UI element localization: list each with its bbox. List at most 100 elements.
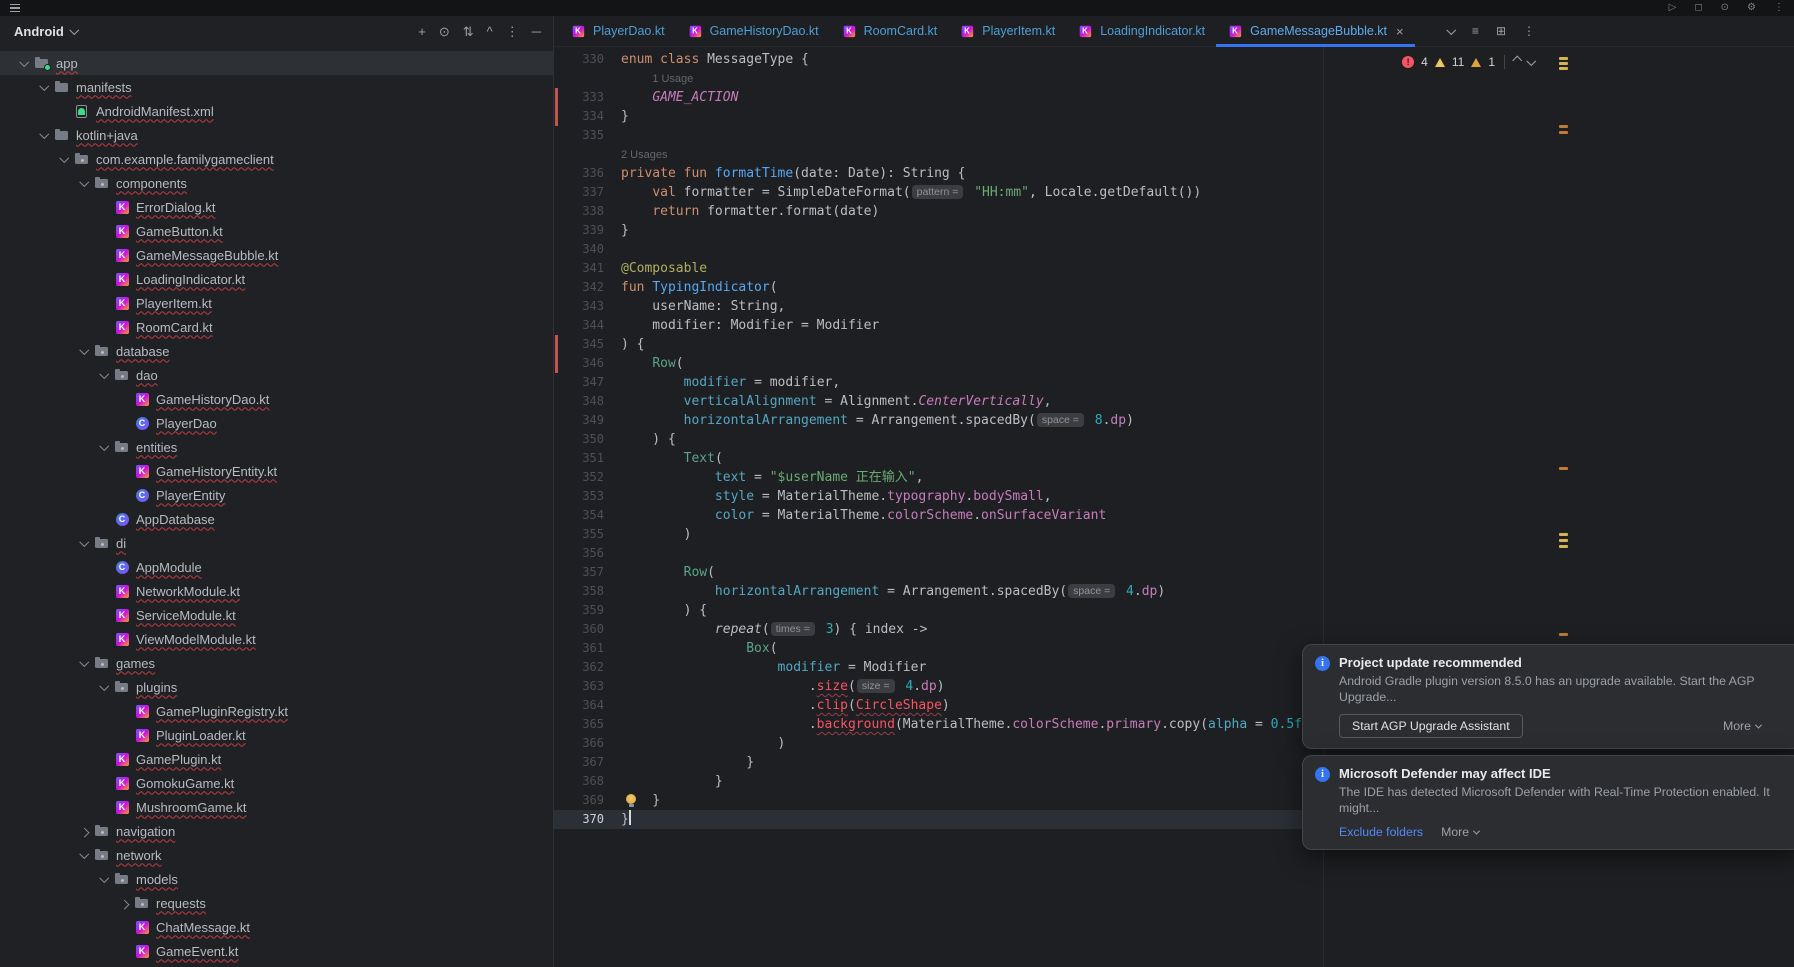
- chevron-expanded-icon[interactable]: [79, 657, 88, 666]
- list-view-icon[interactable]: ≡: [1472, 25, 1479, 38]
- line-number[interactable]: 357: [554, 563, 604, 582]
- chevron-expanded-icon[interactable]: [19, 57, 28, 66]
- tree-item-navigation[interactable]: navigation: [0, 819, 553, 843]
- tree-item-di[interactable]: di: [0, 531, 553, 555]
- tree-item-ServiceModule.kt[interactable]: KServiceModule.kt: [0, 603, 553, 627]
- tree-item-plugins[interactable]: plugins: [0, 675, 553, 699]
- code-line-337[interactable]: 337 val formatter = SimpleDateFormat(pat…: [554, 183, 1794, 202]
- tree-item-com.example.familygameclient[interactable]: com.example.familygameclient: [0, 147, 553, 171]
- tree-item-ViewModelModule.kt[interactable]: KViewModelModule.kt: [0, 627, 553, 651]
- line-number[interactable]: 341: [554, 259, 604, 278]
- code-line-342[interactable]: 342fun TypingIndicator(: [554, 278, 1794, 297]
- tab-RoomCard.kt[interactable]: KRoomCard.kt: [830, 16, 949, 46]
- tab-PlayerItem.kt[interactable]: KPlayerItem.kt: [948, 16, 1066, 46]
- code-line-330[interactable]: 330enum class MessageType {: [554, 50, 1794, 69]
- add-icon[interactable]: +: [418, 25, 426, 38]
- tree-item-MushroomGame.kt[interactable]: KMushroomGame.kt: [0, 795, 553, 819]
- code-line-340[interactable]: 340: [554, 240, 1794, 259]
- tree-item-PlayerEntity[interactable]: CPlayerEntity: [0, 483, 553, 507]
- chevron-expanded-icon[interactable]: [99, 873, 108, 882]
- chevron-expanded-icon[interactable]: [79, 537, 88, 546]
- chevron-collapsed-icon[interactable]: [119, 900, 128, 909]
- tree-item-database[interactable]: database: [0, 339, 553, 363]
- tree-item-GameMessageBubble.kt[interactable]: KGameMessageBubble.kt: [0, 243, 553, 267]
- tree-item-AndroidManifest.xml[interactable]: AndroidManifest.xml: [0, 99, 553, 123]
- tree-item-PlayerItem.kt[interactable]: KPlayerItem.kt: [0, 291, 553, 315]
- settings-icon[interactable]: ⚙: [1747, 0, 1756, 16]
- chevron-expanded-icon[interactable]: [79, 345, 88, 354]
- main-menu-icon[interactable]: [10, 4, 20, 13]
- inspections-widget[interactable]: ! 4 11 1: [1394, 52, 1542, 72]
- tree-item-PlayerDao[interactable]: CPlayerDao: [0, 411, 553, 435]
- split-icon[interactable]: ⊞: [1496, 25, 1506, 38]
- code-line-338[interactable]: 338 return formatter.format(date): [554, 202, 1794, 221]
- tab-PlayerDao.kt[interactable]: KPlayerDao.kt: [559, 16, 676, 46]
- tree-item-kotlin+java[interactable]: kotlin+java: [0, 123, 553, 147]
- chevron-down-icon[interactable]: [1448, 25, 1455, 38]
- line-number[interactable]: 367: [554, 753, 604, 772]
- chevron-collapsed-icon[interactable]: [79, 828, 88, 837]
- line-number[interactable]: 347: [554, 373, 604, 392]
- line-number[interactable]: 340: [554, 240, 604, 259]
- tree-item-GamePluginRegistry.kt[interactable]: KGamePluginRegistry.kt: [0, 699, 553, 723]
- line-number[interactable]: 354: [554, 506, 604, 525]
- code-line-359[interactable]: 359 ) {: [554, 601, 1794, 620]
- code-line-351[interactable]: 351 Text(: [554, 449, 1794, 468]
- line-number[interactable]: 352: [554, 468, 604, 487]
- line-number[interactable]: 334: [554, 107, 604, 126]
- tab-LoadingIndicator.kt[interactable]: KLoadingIndicator.kt: [1066, 16, 1216, 46]
- tree-item-GameHistoryEntity.kt[interactable]: KGameHistoryEntity.kt: [0, 459, 553, 483]
- line-number[interactable]: 345: [554, 335, 604, 354]
- line-number[interactable]: 344: [554, 316, 604, 335]
- locate-icon[interactable]: ⊙: [439, 25, 450, 38]
- tree-item-AppModule[interactable]: CAppModule: [0, 555, 553, 579]
- line-number[interactable]: 337: [554, 183, 604, 202]
- code-line-336[interactable]: 336private fun formatTime(date: Date): S…: [554, 164, 1794, 183]
- quickfix-bulb-icon[interactable]: [625, 794, 637, 807]
- tree-item-GameEvent.kt[interactable]: KGameEvent.kt: [0, 939, 553, 963]
- line-number[interactable]: 355: [554, 525, 604, 544]
- stripe-mark[interactable]: [1559, 62, 1568, 65]
- code-line-354[interactable]: 354 color = MaterialTheme.colorScheme.on…: [554, 506, 1794, 525]
- chevron-expanded-icon[interactable]: [99, 441, 108, 450]
- run-icon[interactable]: ▷: [1669, 0, 1677, 16]
- line-number[interactable]: 330: [554, 50, 604, 69]
- line-number[interactable]: [554, 145, 604, 164]
- code-line-343[interactable]: 343 userName: String,: [554, 297, 1794, 316]
- line-number[interactable]: 348: [554, 392, 604, 411]
- hide-icon[interactable]: ─: [532, 25, 541, 38]
- code-line-352[interactable]: 352 text = "$userName 正在输入",: [554, 468, 1794, 487]
- code-line-333[interactable]: 333 GAME_ACTION: [554, 88, 1794, 107]
- chevron-expanded-icon[interactable]: [79, 849, 88, 858]
- options-icon[interactable]: ⋮: [506, 25, 519, 38]
- stripe-mark[interactable]: [1559, 539, 1568, 542]
- tree-item-requests[interactable]: requests: [0, 891, 553, 915]
- stripe-mark[interactable]: [1559, 125, 1568, 128]
- line-number[interactable]: 360: [554, 620, 604, 639]
- line-number[interactable]: 335: [554, 126, 604, 145]
- tree-item-entities[interactable]: entities: [0, 435, 553, 459]
- code-line-345[interactable]: 345) {: [554, 335, 1794, 354]
- tree-item-GomokuGame.kt[interactable]: KGomokuGame.kt: [0, 771, 553, 795]
- tree-item-network[interactable]: network: [0, 843, 553, 867]
- stripe-mark[interactable]: [1559, 67, 1568, 70]
- chevron-expanded-icon[interactable]: [39, 129, 48, 138]
- code-line-356[interactable]: 356: [554, 544, 1794, 563]
- tree-item-GameButton.kt[interactable]: KGameButton.kt: [0, 219, 553, 243]
- tree-item-RoomCard.kt[interactable]: KRoomCard.kt: [0, 315, 553, 339]
- code-line-349[interactable]: 349 horizontalArrangement = Arrangement.…: [554, 411, 1794, 430]
- agp-upgrade-assistant-button[interactable]: Start AGP Upgrade Assistant: [1339, 714, 1523, 738]
- code-line-334[interactable]: 334}: [554, 107, 1794, 126]
- line-number[interactable]: 364: [554, 696, 604, 715]
- chevron-expanded-icon[interactable]: [99, 681, 108, 690]
- line-number[interactable]: 363: [554, 677, 604, 696]
- chevron-expanded-icon[interactable]: [79, 177, 88, 186]
- tree-item-AppDatabase[interactable]: CAppDatabase: [0, 507, 553, 531]
- line-number[interactable]: 359: [554, 601, 604, 620]
- line-number[interactable]: 346: [554, 354, 604, 373]
- line-number[interactable]: 362: [554, 658, 604, 677]
- stripe-mark[interactable]: [1559, 533, 1568, 536]
- next-issue-icon[interactable]: [1526, 56, 1535, 65]
- chevron-expanded-icon[interactable]: [39, 81, 48, 90]
- line-number[interactable]: 369: [554, 791, 604, 810]
